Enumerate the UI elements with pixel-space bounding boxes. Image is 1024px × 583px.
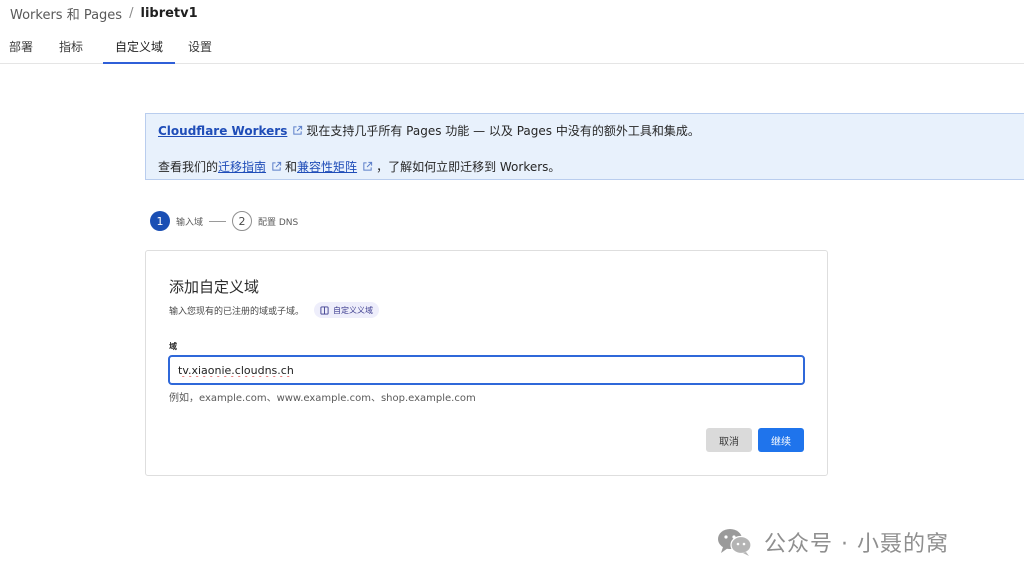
card-subtitle-row: 输入您现有的已注册的域或子域。 自定义义域 [169,302,380,318]
migration-guide-link[interactable]: 迁移指南 [218,158,266,175]
external-link-icon [272,161,282,171]
workers-link[interactable]: Cloudflare Workers [158,124,287,138]
stepper: 1 输入域 2 配置 DNS [150,210,298,232]
continue-button[interactable]: 继续 [758,428,804,452]
breadcrumb-separator: / [129,5,134,21]
domain-input[interactable] [168,355,805,385]
step-2-label: 配置 DNS [258,217,299,228]
banner-text-2a: 查看我们的 [158,160,219,174]
external-link-icon [363,161,373,171]
domain-field-label: 域 [169,342,177,351]
wechat-icon [718,529,752,556]
breadcrumb-current: libretv1 [140,5,198,21]
breadcrumb-parent[interactable]: Workers 和 Pages [10,4,122,23]
external-link-icon [293,125,303,135]
banner-text-1: 现在支持几乎所有 Pages 功能 — 以及 Pages 中没有的额外工具和集成… [306,124,700,138]
docs-chip-label: 自定义义域 [333,305,374,315]
cancel-button[interactable]: 取消 [706,428,752,452]
info-banner: Cloudflare Workers 现在支持几乎所有 Pages 功能 — 以… [145,113,1024,180]
domain-hint: 例如，example.com、www.example.com、shop.exam… [169,393,476,404]
top-bar: Workers 和 Pages / libretv1 部署 指标 自定义域 设置 [0,0,1024,64]
step-1-circle: 1 [150,211,170,231]
tab-custom-domains[interactable]: 自定义域 [103,30,175,64]
tab-deployments[interactable]: 部署 [9,30,59,64]
compatibility-matrix-link[interactable]: 兼容性矩阵 [297,158,357,175]
step-2-circle: 2 [232,211,253,231]
breadcrumb: Workers 和 Pages / libretv1 [10,4,198,23]
banner-line-2: 查看我们的 迁移指南 和 兼容性矩阵 ，了解如何立即迁移到 Workers。 [158,158,560,175]
banner-line-1: Cloudflare Workers 现在支持几乎所有 Pages 功能 — 以… [158,122,700,139]
tab-bar: 部署 指标 自定义域 设置 [0,30,225,64]
add-domain-card: 添加自定义域 输入您现有的已注册的域或子域。 自定义义域 域 例如，exampl… [145,250,828,476]
watermark-text: 公众号 · 小聂的窝 [764,532,949,557]
step-1-label: 输入域 [176,217,204,228]
tab-metrics[interactable]: 指标 [59,30,101,64]
docs-chip[interactable]: 自定义义域 [314,302,380,318]
tab-settings[interactable]: 设置 [175,30,225,64]
document-icon [320,305,329,315]
banner-text-2c: ，了解如何立即迁移到 Workers。 [376,160,561,174]
card-subtitle: 输入您现有的已注册的域或子域。 [169,306,305,317]
banner-text-2b: 和 [285,160,298,174]
step-connector [209,220,227,222]
watermark: 公众号 · 小聂的窝 [716,526,949,558]
card-title: 添加自定义域 [169,278,260,296]
